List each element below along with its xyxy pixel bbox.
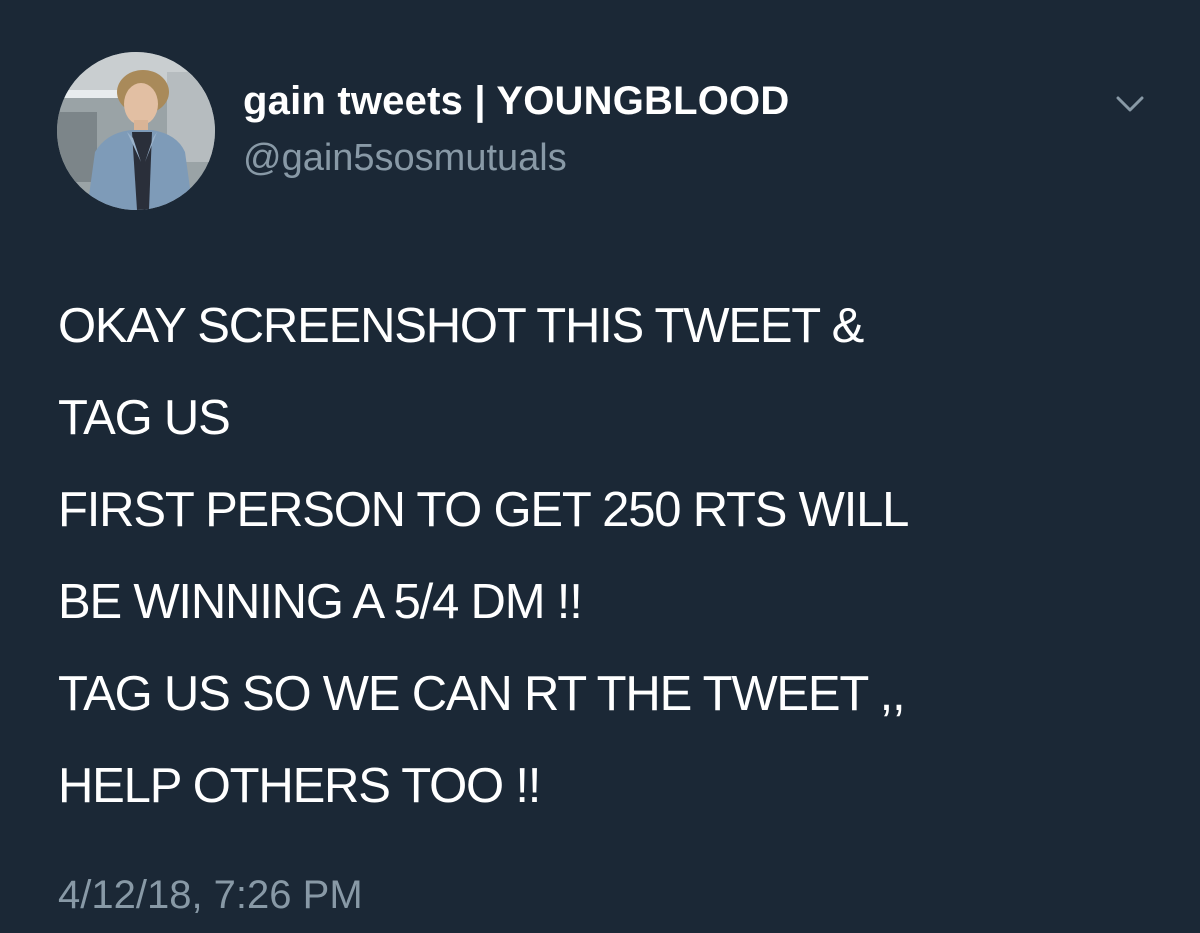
tweet-text-line: TAG US xyxy=(58,391,231,445)
tweet-card: gain tweets | YOUNGBLOOD @gain5sosmutual… xyxy=(0,0,1200,933)
tweet-text-line: TAG US SO WE CAN RT THE TWEET ,, xyxy=(58,667,906,721)
tweet-timestamp[interactable]: 4/12/18, 7:26 PM xyxy=(58,872,363,918)
display-name[interactable]: gain tweets | YOUNGBLOOD xyxy=(243,78,789,124)
chevron-down-icon[interactable] xyxy=(1108,88,1152,122)
user-handle[interactable]: @gain5sosmutuals xyxy=(243,136,567,180)
profile-photo-icon xyxy=(57,52,215,210)
avatar[interactable] xyxy=(57,52,215,210)
tweet-text-line: BE WINNING A 5/4 DM !! xyxy=(58,575,583,629)
tweet-text-line: OKAY SCREENSHOT THIS TWEET & xyxy=(58,299,864,353)
tweet-text-line: FIRST PERSON TO GET 250 RTS WILL xyxy=(58,483,909,537)
tweet-text-line: HELP OTHERS TOO !! xyxy=(58,759,541,813)
tweet-text: OKAY SCREENSHOT THIS TWEET & TAG US FIRS… xyxy=(58,280,1168,832)
